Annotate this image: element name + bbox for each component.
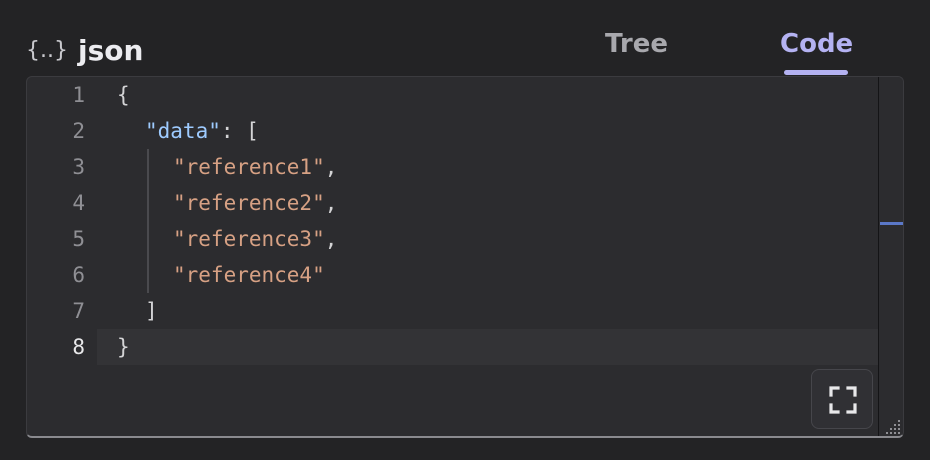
json-punctuation: ] (145, 299, 158, 323)
json-key: "data" (145, 119, 221, 143)
tab-code[interactable]: Code (780, 26, 853, 62)
line-number-gutter: 1 2 3 4 5 6 7 8 (27, 77, 97, 436)
line-number: 1 (72, 83, 85, 107)
json-punctuation: } (117, 335, 130, 359)
line-number: 5 (72, 227, 85, 251)
code-editor[interactable]: 1 2 3 4 5 6 7 8 { "data": [ "reference1"… (26, 76, 904, 438)
json-string: "reference2" (173, 191, 325, 215)
code-line[interactable]: "reference3", (173, 221, 337, 257)
active-tab-indicator (784, 70, 848, 75)
vertical-scrollbar[interactable] (878, 77, 903, 436)
line-number: 4 (72, 191, 85, 215)
json-string: "reference1" (173, 155, 325, 179)
code-line[interactable]: "reference1", (173, 149, 337, 185)
json-string: "reference4" (173, 263, 325, 287)
tab-tree[interactable]: Tree (605, 26, 668, 62)
fullscreen-button[interactable] (811, 369, 873, 429)
field-title: json (78, 34, 144, 67)
json-punctuation: : [ (220, 119, 259, 143)
current-line-highlight (97, 329, 903, 365)
line-number: 7 (72, 299, 85, 323)
braces-icon: {..} (26, 38, 68, 63)
code-line[interactable]: "data": [ (145, 113, 259, 149)
resize-grip-icon[interactable] (880, 414, 904, 438)
indent-guide (147, 149, 149, 293)
scrollbar-marker (880, 222, 903, 225)
line-number: 3 (72, 155, 85, 179)
json-field-panel: {..} json Tree Code 1 2 3 4 5 6 7 8 { "d… (0, 0, 930, 460)
code-line[interactable]: } (117, 329, 130, 365)
code-line[interactable]: { (117, 77, 130, 113)
expand-icon (829, 386, 857, 414)
json-punctuation: , (324, 191, 338, 215)
line-number: 6 (72, 263, 85, 287)
json-punctuation: { (117, 83, 130, 107)
json-punctuation: , (324, 227, 338, 251)
code-line[interactable]: "reference2", (173, 185, 337, 221)
code-line[interactable]: ] (145, 293, 158, 329)
json-string: "reference3" (173, 227, 325, 251)
line-number-active: 8 (72, 335, 85, 359)
line-number: 2 (72, 119, 85, 143)
code-line[interactable]: "reference4" (173, 257, 325, 293)
json-punctuation: , (324, 155, 338, 179)
